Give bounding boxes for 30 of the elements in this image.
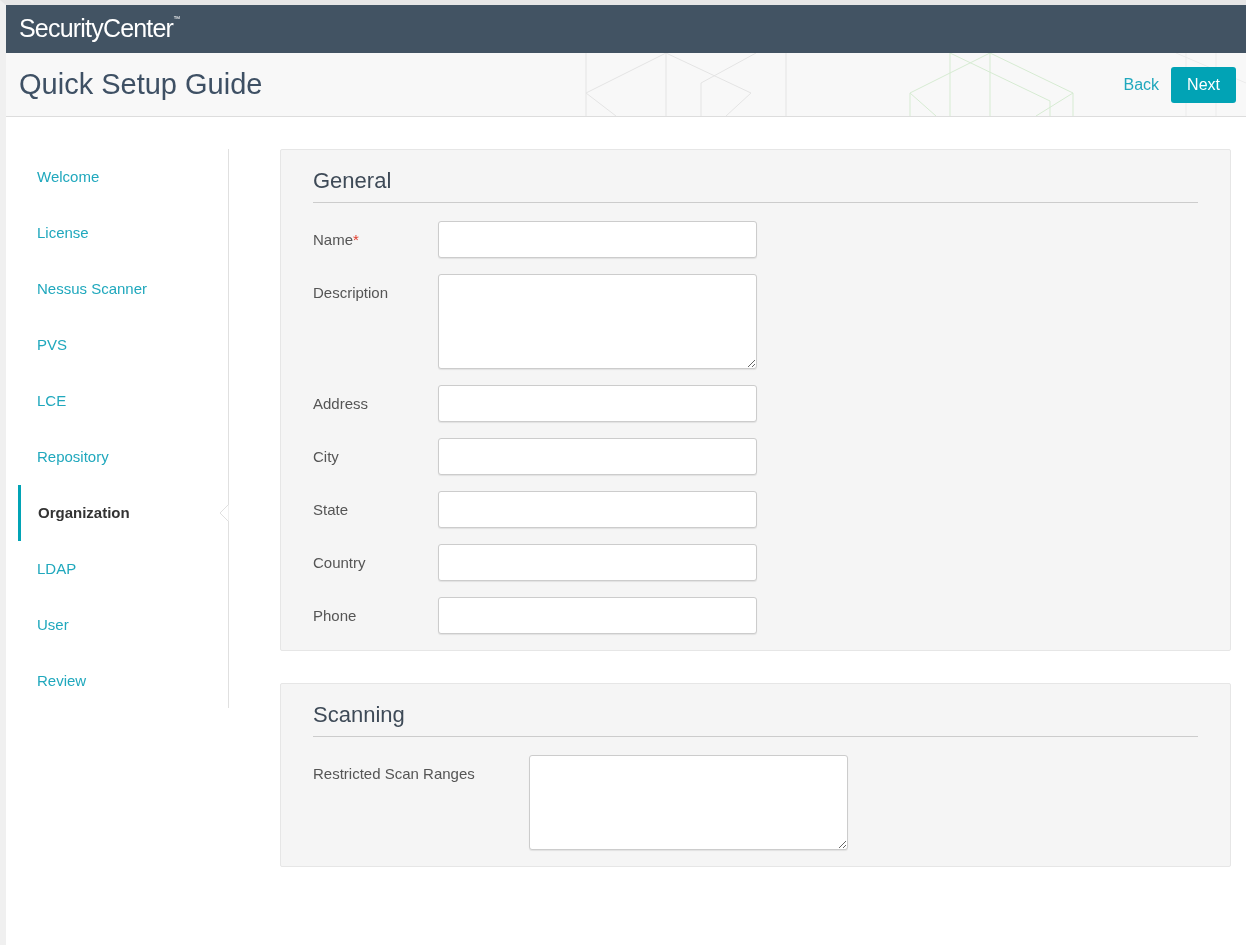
field-label: Name* <box>313 230 360 250</box>
input-field[interactable] <box>438 597 757 634</box>
field-label: Description <box>313 283 390 303</box>
step-link[interactable]: LCE <box>18 373 228 429</box>
field-label: Phone <box>313 606 358 626</box>
step-link[interactable]: PVS <box>18 317 228 373</box>
step-link[interactable]: Review <box>18 653 228 709</box>
input-field[interactable] <box>438 221 757 258</box>
step-link[interactable]: Nessus Scanner <box>18 261 228 317</box>
step-link[interactable]: Repository <box>18 429 228 485</box>
text-area[interactable] <box>529 755 848 850</box>
text-area[interactable] <box>438 274 757 369</box>
field-label: Country <box>313 553 367 573</box>
input-field[interactable] <box>438 544 757 581</box>
input-field[interactable] <box>438 385 757 422</box>
page-title: Quick Setup Guide <box>19 67 263 102</box>
step-link[interactable]: Welcome <box>18 149 228 205</box>
input-field[interactable] <box>438 491 757 528</box>
section-heading: Scanning <box>313 698 1198 737</box>
field-label: City <box>313 447 340 467</box>
field-label: Address <box>313 394 370 414</box>
field-label: Restricted Scan Ranges <box>313 764 476 784</box>
step-link[interactable]: License <box>18 205 228 261</box>
input-field[interactable] <box>438 438 757 475</box>
next-button[interactable]: Next <box>1171 66 1236 103</box>
step-link[interactable]: User <box>18 597 228 653</box>
back-link[interactable]: Back <box>1123 72 1160 97</box>
field-label: State <box>313 500 350 520</box>
step-link[interactable]: LDAP <box>18 541 228 597</box>
section-heading: General <box>313 164 1198 203</box>
